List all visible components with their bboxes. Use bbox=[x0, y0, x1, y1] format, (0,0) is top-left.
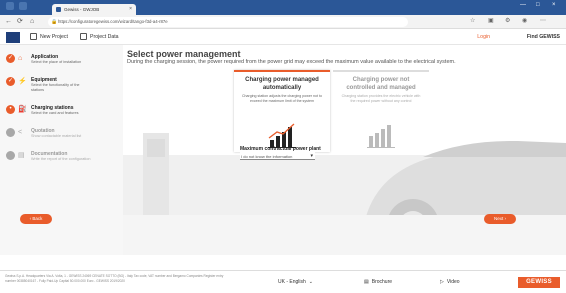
step-desc: Select the card and features bbox=[31, 111, 79, 115]
page-subtitle: During the charging session, the power r… bbox=[127, 59, 456, 65]
gewiss-footer-logo: GEWISS bbox=[518, 277, 560, 288]
brochure-label: Brochure bbox=[371, 279, 393, 285]
back-arrow-icon[interactable]: ← bbox=[5, 17, 12, 26]
charging-station-icon: ⛽ bbox=[18, 106, 27, 113]
gewiss-logo[interactable] bbox=[6, 32, 20, 43]
footer: Gewiss S.p.A. Headquarters Via A. Volta,… bbox=[0, 270, 566, 293]
project-data-button[interactable]: Project Data bbox=[80, 33, 119, 40]
option-title: Charging power managed automatically bbox=[245, 77, 319, 91]
steps-sidebar: ✓ ⌂ Application Select the place of inst… bbox=[0, 45, 123, 255]
option-card-managed[interactable]: Charging power managed automatically Cha… bbox=[234, 70, 330, 152]
brochure-link[interactable]: ▤ Brochure bbox=[364, 279, 392, 285]
collections-icon[interactable]: ▣ bbox=[488, 17, 494, 24]
option-desc: Charging station adjusts the charging po… bbox=[241, 94, 323, 103]
page-title: Select power management bbox=[127, 49, 241, 59]
window-close-icon[interactable]: × bbox=[552, 2, 556, 8]
browser-tab-bar: Gewiss - GWJOB × — □ × bbox=[0, 0, 566, 15]
house-icon: ⌂ bbox=[18, 55, 23, 62]
browser-address-bar: ← ⟳ ⌂ 🔒 https://configuratoregewiss.com/… bbox=[0, 15, 566, 29]
url-field[interactable]: 🔒 https://configuratoregewiss.com/wizard… bbox=[48, 17, 408, 27]
option-title: Charging power not controlled and manage… bbox=[346, 77, 416, 91]
max-power-value: I do not know the information bbox=[241, 154, 293, 159]
login-link[interactable]: Login bbox=[477, 34, 490, 40]
new-project-icon bbox=[30, 33, 37, 40]
browser-tab[interactable]: Gewiss - GWJOB × bbox=[52, 4, 136, 15]
app-header: New Project Project Data Login Find GEWI… bbox=[0, 30, 566, 45]
favicon-icon bbox=[56, 7, 61, 12]
new-project-button[interactable]: New Project bbox=[30, 33, 68, 40]
step-desc: Select the place of installation bbox=[31, 60, 82, 64]
tab-actions-icon[interactable] bbox=[19, 2, 27, 10]
bar-chart-icon bbox=[367, 125, 395, 148]
home-icon[interactable]: ⌂ bbox=[30, 17, 34, 26]
extensions-icon[interactable]: ⚙ bbox=[505, 17, 510, 24]
brochure-icon: ▤ bbox=[364, 279, 369, 285]
close-tab-icon[interactable]: × bbox=[129, 6, 132, 12]
step-pending-icon bbox=[6, 128, 15, 137]
bar-chart-icon bbox=[268, 123, 296, 148]
chevron-down-icon: ▾ bbox=[310, 153, 313, 159]
next-button[interactable]: Next › bbox=[484, 214, 516, 224]
language-label: UK - English bbox=[278, 279, 306, 285]
step-pending-icon bbox=[6, 151, 15, 160]
step-check-icon: ✓ bbox=[6, 77, 15, 86]
app-icon[interactable] bbox=[6, 2, 14, 10]
project-data-icon bbox=[80, 33, 87, 40]
option-card-uncontrolled[interactable]: Charging power not controlled and manage… bbox=[333, 70, 429, 152]
share-icon: < bbox=[18, 129, 23, 136]
new-project-label: New Project bbox=[40, 33, 68, 40]
option-desc: Charging station provides the electric v… bbox=[341, 94, 421, 103]
step-desc: Show contactable material list bbox=[31, 134, 82, 138]
refresh-icon[interactable]: ⟳ bbox=[17, 17, 23, 26]
step-check-icon: ✓ bbox=[6, 54, 15, 63]
footer-legal-text: Gewiss S.p.A. Headquarters Via A. Volta,… bbox=[5, 274, 224, 283]
lock-icon: 🔒 bbox=[51, 19, 58, 25]
max-power-select[interactable]: I do not know the information ▾ bbox=[240, 152, 315, 160]
step-current-icon: • bbox=[6, 105, 15, 114]
play-icon: ▷ bbox=[440, 279, 444, 285]
document-icon: ▤ bbox=[18, 152, 25, 159]
back-button[interactable]: ‹ Back bbox=[20, 214, 52, 224]
more-menu-icon[interactable]: ⋯ bbox=[540, 17, 546, 24]
maximize-icon[interactable]: □ bbox=[536, 2, 540, 8]
video-link[interactable]: ▷ Video bbox=[440, 279, 460, 285]
project-data-label: Project Data bbox=[90, 33, 119, 40]
step-desc: Write the report of the configuration bbox=[31, 157, 91, 161]
find-gewiss-link[interactable]: Find GEWISS bbox=[527, 34, 560, 40]
favorites-icon[interactable]: ☆ bbox=[470, 17, 475, 24]
language-select[interactable]: UK - English ⌄ bbox=[278, 279, 313, 285]
chevron-down-icon: ⌄ bbox=[308, 279, 313, 285]
url-text: https://configuratoregewiss.com/wizard/t… bbox=[58, 19, 168, 24]
video-label: Video bbox=[446, 279, 460, 285]
browser-toolbar-icons bbox=[6, 2, 27, 10]
tab-title: Gewiss - GWJOB bbox=[64, 7, 100, 12]
step-desc: Select the functionality of the stations bbox=[31, 83, 80, 92]
plug-icon: ⚡ bbox=[18, 78, 27, 85]
minimize-icon[interactable]: — bbox=[520, 2, 526, 8]
profile-icon[interactable]: ◉ bbox=[522, 17, 527, 24]
